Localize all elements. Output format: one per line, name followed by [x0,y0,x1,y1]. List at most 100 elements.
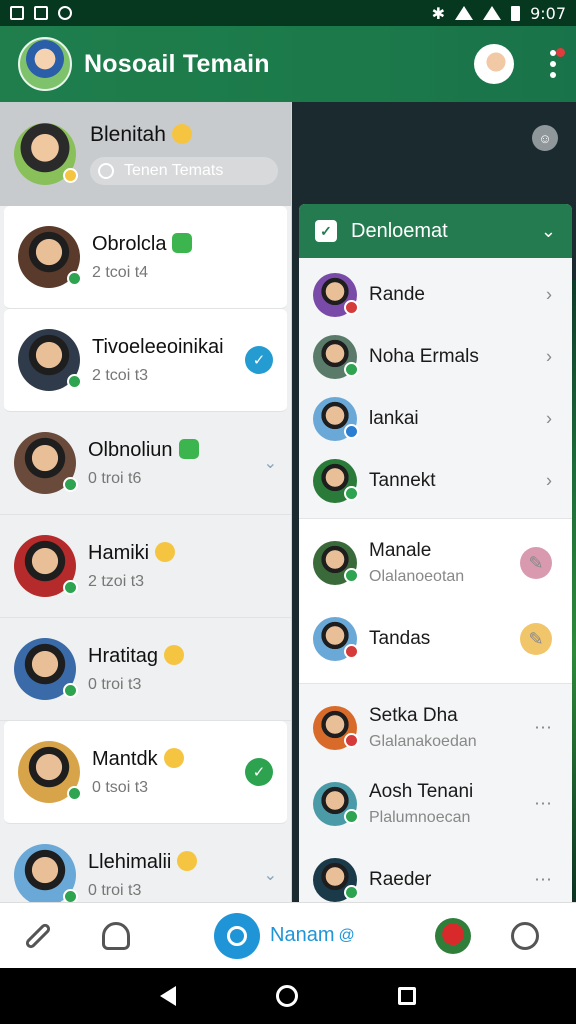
search-icon [98,163,114,179]
more-menu-button[interactable] [548,48,565,78]
checkbox-icon: ✓ [315,220,337,242]
chat-time: 0 troi t3 [88,675,142,693]
green-check-icon: ✓ [245,758,273,786]
contact-item[interactable]: Noha Ermals › [299,326,572,388]
contact-name: Mantdk [92,747,158,770]
online-status-dot [344,885,359,900]
chevron-right-icon[interactable]: › [546,347,552,368]
contact-info: Tandas [369,628,430,650]
more-icon[interactable]: ⋯ [534,794,552,815]
contact-name: Hamiki [88,541,150,564]
contact-avatar [18,226,82,288]
contact-item[interactable]: Tandas ✎ [299,601,572,677]
emoji-picker-icon[interactable] [507,918,543,954]
badge-icon[interactable] [434,917,471,954]
app-bar: Nosoail Temain [0,26,576,102]
chat-time: 0 tsoi t3 [92,778,149,796]
chat-list-item[interactable]: Mantdk 0 tsoi t3 ✓ [4,721,287,824]
chat-list: Obrolcla 2 tcoi t4 Tivoeleeoinikai 2 tcoi t… [0,206,291,902]
online-status-dot [344,733,359,748]
contact-item[interactable]: Setka Dha Glalanakoedan ⋯ [299,690,572,766]
contacts-icon[interactable] [98,918,134,954]
status-search-text: Tenen Temats [124,162,224,179]
attachment-icon[interactable] [20,918,56,954]
contact-avatar [313,617,359,661]
profile-header[interactable]: Blenitah Tenen Temats [0,102,291,206]
contact-name: Manale [369,540,432,561]
contact-item[interactable]: lankai › [299,388,572,450]
contacts-panel-header[interactable]: ✓ Denloemat ⌄ [299,204,572,258]
contact-avatar [313,782,359,826]
app-title: Nosoail Temain [84,49,270,78]
contact-item[interactable]: Raeder ⋯ [299,842,572,902]
user-icon [214,912,260,959]
chevron-down-icon[interactable]: ⌄ [541,221,556,242]
chat-time: 0 troi t6 [88,469,142,487]
account-avatar[interactable] [474,44,514,84]
home-icon[interactable] [276,985,298,1007]
double-chevron-icon: ⌄ [263,455,277,472]
chat-info: Llehimalii 0 troi t3 [88,850,198,900]
chat-bubble-icon[interactable]: ✎ [520,623,552,655]
chat-info: Obrolcla 2 tcoi t4 [92,232,193,282]
clock: 9:07 [530,3,566,23]
chat-list-item[interactable]: Olbnoliun 0 troi t6 ⌄ [0,412,291,515]
chevron-right-icon[interactable]: › [546,471,552,492]
contact-avatar [313,706,359,750]
contact-item[interactable]: Aosh Tenani Plalumnoecan ⋯ [299,766,572,842]
contact-avatar [14,638,78,700]
chat-time: 2 tzoi t3 [88,572,145,590]
contact-avatar [14,535,78,597]
contact-avatar [14,432,78,494]
more-icon[interactable]: ⋯ [534,870,552,891]
chat-bubble-icon[interactable]: ✎ [520,547,552,579]
chat-list-item[interactable]: Hratitag 0 troi t3 [0,618,291,721]
contact-name: Rande [369,284,425,305]
contact-name: Olbnoliun [88,438,173,461]
contact-info: Raeder [369,869,431,891]
recent-apps-icon[interactable] [398,987,416,1005]
online-status-dot [63,477,78,492]
chevron-right-icon[interactable]: › [546,285,552,306]
yellow-emoji-icon [164,644,185,665]
contact-name: Tivoeleeoinikai [92,335,224,358]
chevron-right-icon[interactable]: › [546,409,552,430]
smile-emoji-icon [171,124,192,144]
contact-item[interactable]: Manale Olalanoeotan ✎ [299,525,572,601]
contact-group-3: Setka Dha Glalanakoedan ⋯ Aosh Tenani Plalum… [299,684,572,902]
status-search-pill[interactable]: Tenen Temats [90,157,278,185]
at-icon: @ [338,926,355,944]
notification-icon [10,6,24,20]
status-bar: ✱ 9:07 [0,0,576,26]
contact-status: Olalanoeotan [369,568,465,585]
back-icon[interactable] [160,986,176,1006]
contact-group-2: Manale Olalanoeotan ✎ Tandas ✎ [299,519,572,684]
profile-avatar [14,123,78,185]
notification-dot [556,48,565,57]
online-status-dot [344,300,359,315]
contact-status: Glalanakoedan [369,733,477,750]
nav-home-tab[interactable]: Nanam @ [214,912,355,959]
contact-item[interactable]: Tannekt › [299,450,572,512]
chat-time: 2 tcoi t4 [92,263,149,281]
chat-list-item[interactable]: Obrolcla 2 tcoi t4 [4,206,287,309]
green-emoji-icon [178,438,199,459]
status-icon[interactable]: ☺ [532,125,558,151]
contact-avatar [313,459,359,503]
contact-info: Rande [369,284,425,306]
chat-info: Hamiki 2 tzoi t3 [88,541,176,591]
chat-list-item[interactable]: Hamiki 2 tzoi t3 [0,515,291,618]
chat-list-item[interactable]: Llehimalii 0 troi t3 ⌄ [0,824,291,902]
online-status-dot [344,362,359,377]
contact-name: Tannekt [369,470,436,491]
contact-avatar [14,844,78,902]
chat-list-item[interactable]: Tivoeleeoinikai 2 tcoi t3 ✓ [4,309,287,412]
contact-name: lankai [369,408,419,429]
contact-avatar [313,397,359,441]
system-navigation-bar [0,968,576,1024]
chat-time: 2 tcoi t3 [92,366,149,384]
contact-item[interactable]: Rande › [299,264,572,326]
profile-name: Blenitah [90,123,166,146]
more-icon[interactable]: ⋯ [534,718,552,739]
online-status-dot [67,374,82,389]
